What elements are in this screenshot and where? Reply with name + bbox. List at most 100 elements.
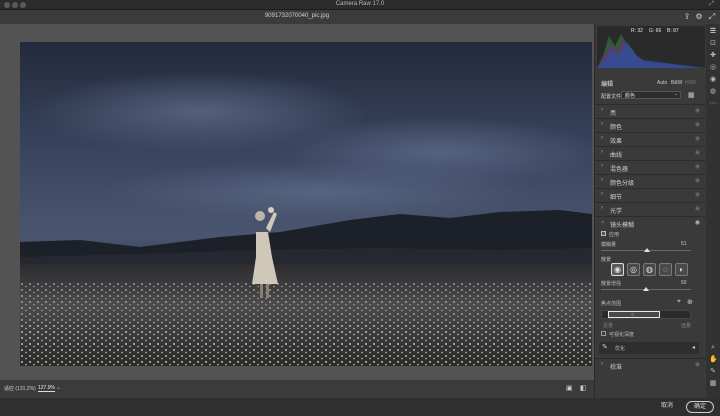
chevron-right-icon: › — [601, 191, 603, 197]
refine-row[interactable]: ✎ 优化 ◂ — [599, 342, 699, 354]
export-icon[interactable]: ⇪ — [682, 12, 692, 22]
chevron-right-icon: › — [601, 121, 603, 127]
window-title: Camera Raw 17.0 — [335, 1, 385, 7]
expand-icon[interactable]: ⤢ — [707, 12, 717, 22]
highlight-value[interactable]: 50 — [681, 280, 687, 286]
bw-button[interactable]: B&W — [671, 80, 682, 86]
target-icon[interactable]: ⊕ — [687, 298, 693, 306]
grid-icon[interactable]: ▦ — [709, 380, 717, 388]
refine-label: 优化 — [615, 346, 626, 352]
zoom-icon[interactable]: ⌕ — [709, 344, 717, 352]
focus-range-label: 焦点范围 — [601, 301, 622, 307]
eye-icon[interactable]: ◉ — [695, 163, 700, 170]
histogram-r: R: 32 — [631, 28, 643, 34]
profile-browser-icon[interactable]: ▦ — [688, 91, 695, 99]
chevron-right-icon: › — [601, 205, 603, 211]
top-toolbar: 9091732070040_pic.jpg ⇪ ⚙ ⤢ — [0, 10, 720, 24]
status-bar: 适应 (131.2%) 127.9% ⌄ ▣ ◧ — [0, 380, 594, 398]
section-color[interactable]: › 颜色 ◉ — [595, 118, 707, 131]
crop-icon[interactable]: ⊡ — [709, 40, 717, 48]
section-label: 曲线 — [610, 153, 623, 159]
focus-range-bar[interactable]: ○ — [601, 310, 691, 319]
bokeh-circle-button[interactable]: ◉ — [611, 263, 624, 276]
bokeh-ring-button[interactable]: ◌ — [659, 263, 672, 276]
section-curve[interactable]: › 曲线 ◉ — [595, 146, 707, 159]
chevron-down-icon: › — [599, 221, 605, 223]
blur-amount-thumb[interactable] — [643, 248, 650, 252]
highlight-label: 散景增强 — [601, 281, 622, 287]
bokeh-blade-button[interactable]: ◍ — [643, 263, 656, 276]
cancel-button[interactable]: 取消 — [654, 401, 680, 413]
section-label: 亮 — [610, 111, 617, 117]
far-label: 远景 — [681, 323, 692, 329]
chevron-down-icon[interactable]: ⌄ — [56, 384, 61, 391]
visualize-depth-label: 可视化深度 — [609, 332, 635, 338]
eye-icon[interactable]: ◉ — [695, 135, 700, 142]
red-eye-icon[interactable]: ◉ — [709, 76, 717, 84]
photo-image — [20, 42, 592, 366]
profile-label: 配置文件 — [601, 94, 622, 100]
eye-icon[interactable]: ◉ — [695, 177, 700, 184]
eye-icon[interactable]: ◉ — [695, 149, 700, 156]
ok-button[interactable]: 确定 — [686, 401, 714, 413]
bokeh-cat-eye-button[interactable]: ◐ — [675, 263, 688, 276]
eye-icon[interactable]: ◉ — [695, 361, 700, 368]
eye-icon[interactable]: ◉ — [695, 121, 700, 128]
hdr-button[interactable]: HDR — [685, 80, 696, 86]
profile-select[interactable]: 颜色 ⌄ — [621, 91, 681, 99]
chevron-right-icon: › — [601, 163, 603, 169]
highlight-thumb[interactable] — [643, 287, 649, 291]
zoom-value[interactable]: 127.9% — [38, 385, 55, 392]
section-color-grading[interactable]: › 颜色分级 ◉ — [595, 174, 707, 187]
section-label: 颜色分级 — [610, 181, 635, 187]
fullscreen-icon[interactable]: ⤢ — [709, 1, 714, 8]
apply-label: 应用 — [609, 232, 620, 238]
bokeh-shapes: ◉ ◎ ◍ ◌ ◐ — [611, 263, 691, 276]
focus-picker-icon[interactable]: ⌖ — [677, 298, 681, 306]
eye-icon[interactable]: ◉ — [695, 205, 700, 212]
gear-icon[interactable]: ⚙ — [694, 12, 704, 22]
apply-checkbox[interactable] — [601, 231, 606, 236]
section-lens-blur[interactable]: › 镜头模糊 ◉ — [595, 216, 707, 229]
presets-icon[interactable]: ◍ — [709, 88, 717, 96]
chevron-right-icon: › — [601, 107, 603, 113]
more-icon[interactable]: ⋯ — [709, 100, 717, 108]
section-label: 镜头模糊 — [610, 223, 635, 229]
section-mixer[interactable]: › 混色器 ◉ — [595, 160, 707, 173]
section-light[interactable]: › 亮 ◉ — [595, 104, 707, 117]
blur-amount-value[interactable]: 51 — [681, 241, 687, 247]
sampler-icon[interactable]: ✎ — [709, 368, 717, 376]
section-label: 颜色 — [610, 125, 623, 131]
compare-view-icon[interactable]: ▣ — [566, 384, 573, 392]
edit-panel: R: 32 G: 66 B: 87 编辑 Auto B&W HDR 配置文件 颜… — [594, 24, 707, 398]
auto-button[interactable]: Auto — [657, 80, 667, 86]
brush-icon: ✎ — [602, 344, 608, 351]
chevron-right-icon: › — [601, 135, 603, 141]
section-calibration[interactable]: › 校准 ◉ — [595, 358, 707, 371]
histogram-b: B: 87 — [667, 28, 679, 34]
before-after-icon[interactable]: ◧ — [580, 384, 587, 392]
section-optics[interactable]: › 光学 ◉ — [595, 202, 707, 215]
remove-icon[interactable]: ✚ — [709, 52, 717, 60]
eye-icon[interactable]: ◉ — [695, 191, 700, 198]
masking-icon[interactable]: ◎ — [709, 64, 717, 72]
zoom-fit-label[interactable]: 适应 (131.2%) — [4, 385, 36, 392]
section-effects[interactable]: › 效果 ◉ — [595, 132, 707, 145]
histogram: R: 32 G: 66 B: 87 — [597, 26, 705, 68]
section-label: 混色器 — [610, 167, 629, 173]
hand-icon[interactable]: ✋ — [709, 356, 718, 364]
section-label: 光学 — [610, 209, 623, 215]
focus-handle-icon[interactable]: ○ — [631, 312, 634, 318]
edit-sliders-icon[interactable]: ☰ — [709, 28, 717, 36]
focus-range-selection[interactable]: ○ — [608, 311, 660, 318]
eye-icon[interactable]: ◉ — [695, 219, 700, 226]
section-label: 效果 — [610, 139, 623, 145]
eye-icon[interactable]: ◉ — [695, 107, 700, 114]
tool-rail: ☰ ⊡ ✚ ◎ ◉ ◍ ⋯ ⌕ ✋ ✎ ▦ — [706, 24, 720, 398]
bokeh-bubble-button[interactable]: ◎ — [627, 263, 640, 276]
visualize-depth-checkbox[interactable] — [601, 331, 606, 336]
image-canvas[interactable] — [0, 24, 594, 380]
section-detail[interactable]: › 细节 ◉ — [595, 188, 707, 201]
profile-value: 颜色 — [625, 93, 636, 99]
photo-preview[interactable] — [20, 42, 592, 366]
